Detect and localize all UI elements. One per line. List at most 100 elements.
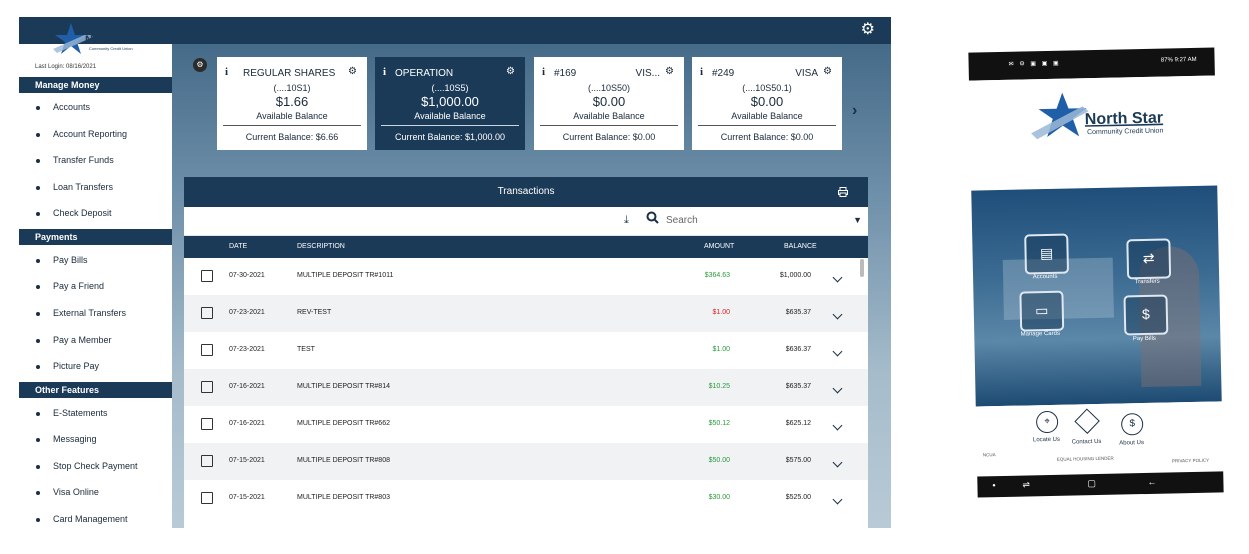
desktop-app-window: North Star Community Credit Union Last L… bbox=[19, 17, 891, 528]
svg-text:North Star: North Star bbox=[1085, 110, 1164, 129]
account-card-169[interactable]: i #169 VIS... ⚙ (....10S50) $0.00 Availa… bbox=[534, 57, 684, 150]
bullet-icon bbox=[36, 411, 40, 416]
nav-check-deposit[interactable]: Check Deposit bbox=[36, 206, 112, 220]
col-date[interactable]: DATE bbox=[229, 243, 247, 250]
transfers-tile-label: Transfers bbox=[1134, 278, 1160, 286]
table-row[interactable]: 07-23-2021 TEST $1.00 $636.37 bbox=[184, 332, 868, 369]
chevron-down-icon[interactable] bbox=[832, 494, 843, 505]
table-row[interactable]: 07-15-2021 MULTIPLE DEPOSIT TR#803 $30.0… bbox=[184, 480, 868, 517]
back-arrow-icon[interactable]: ← bbox=[1147, 477, 1156, 487]
home-button-icon[interactable]: ▢ bbox=[1087, 478, 1096, 489]
row-checkbox[interactable] bbox=[201, 455, 213, 467]
nav-accounts[interactable]: Accounts bbox=[36, 100, 90, 114]
background-photo bbox=[971, 185, 1222, 407]
row-amount: $10.25 bbox=[708, 383, 730, 390]
pay-bills-tile-icon[interactable]: $ bbox=[1123, 294, 1169, 336]
gear-icon[interactable]: ⚙ bbox=[823, 66, 832, 77]
nav-picture-pay[interactable]: Picture Pay bbox=[36, 359, 99, 373]
gear-icon[interactable]: ⚙ bbox=[665, 66, 674, 77]
nav-external-transfers[interactable]: External Transfers bbox=[36, 306, 126, 320]
privacy-policy-link[interactable]: PRIVACY POLICY bbox=[1172, 458, 1209, 464]
scrollbar[interactable] bbox=[860, 259, 864, 277]
info-icon[interactable]: i bbox=[383, 66, 386, 78]
search-input[interactable]: Search bbox=[666, 215, 698, 226]
chevron-down-icon[interactable] bbox=[832, 383, 843, 394]
row-checkbox[interactable] bbox=[201, 381, 213, 393]
chevron-right-icon[interactable]: › bbox=[852, 102, 857, 120]
table-header: DATE DESCRIPTION AMOUNT BALANCE bbox=[184, 236, 868, 258]
col-description[interactable]: DESCRIPTION bbox=[297, 243, 345, 250]
nav-label: Pay a Member bbox=[53, 335, 112, 345]
row-checkbox[interactable] bbox=[201, 307, 213, 319]
info-icon[interactable]: i bbox=[542, 66, 545, 78]
nav-pay-a-member[interactable]: Pay a Member bbox=[36, 333, 112, 347]
gear-icon[interactable]: ⚙ bbox=[506, 66, 515, 77]
nav-account-reporting[interactable]: Account Reporting bbox=[36, 127, 127, 141]
nav-pay-a-friend[interactable]: Pay a Friend bbox=[36, 279, 104, 293]
chevron-down-icon[interactable] bbox=[832, 309, 843, 320]
available-balance-label: Available Balance bbox=[414, 111, 486, 121]
transfers-tile-icon[interactable]: ⇄ bbox=[1126, 238, 1172, 280]
account-name: REGULAR SHARES bbox=[243, 68, 336, 79]
contact-us-link[interactable]: Contact Us bbox=[1061, 439, 1111, 446]
search-icon[interactable] bbox=[646, 211, 659, 224]
row-checkbox[interactable] bbox=[201, 418, 213, 430]
bullet-icon bbox=[36, 437, 40, 442]
recent-apps-icon[interactable]: ⇌ bbox=[1022, 479, 1030, 490]
filter-icon[interactable]: ▼ bbox=[853, 215, 862, 225]
row-description: TEST bbox=[297, 346, 315, 353]
nav-card-management[interactable]: Card Management bbox=[36, 512, 128, 526]
bullet-icon bbox=[36, 490, 40, 495]
table-row[interactable]: 07-15-2021 MULTIPLE DEPOSIT TR#808 $50.0… bbox=[184, 443, 868, 480]
chevron-down-icon[interactable] bbox=[832, 272, 843, 283]
nav-e-statements[interactable]: E-Statements bbox=[36, 406, 108, 420]
chevron-down-icon[interactable] bbox=[832, 346, 843, 357]
current-balance: Current Balance: $0.00 bbox=[562, 132, 656, 142]
table-row[interactable]: 07-23-2021 REV-TEST $1.00 $635.37 bbox=[184, 295, 868, 332]
row-date: 07-16-2021 bbox=[229, 420, 265, 427]
accounts-tile-icon[interactable]: ▤ bbox=[1024, 233, 1070, 275]
about-us-link[interactable]: About Us bbox=[1107, 440, 1157, 447]
row-date: 07-23-2021 bbox=[229, 346, 265, 353]
table-row[interactable]: 07-30-2021 MULTIPLE DEPOSIT TR#1011 $364… bbox=[184, 258, 868, 295]
account-settings-icon[interactable]: ⚙ bbox=[193, 58, 207, 72]
col-balance[interactable]: BALANCE bbox=[784, 243, 817, 250]
table-row[interactable]: 07-16-2021 MULTIPLE DEPOSIT TR#662 $50.1… bbox=[184, 406, 868, 443]
nav-visa-online[interactable]: Visa Online bbox=[36, 485, 99, 499]
sidebar: North Star Community Credit Union Last L… bbox=[19, 17, 173, 528]
account-card-regular-shares[interactable]: i REGULAR SHARES ⚙ (....10S1) $1.66 Avai… bbox=[217, 57, 367, 150]
col-amount[interactable]: AMOUNT bbox=[704, 243, 734, 250]
table-row[interactable]: 07-16-2021 MULTIPLE DEPOSIT TR#814 $10.2… bbox=[184, 369, 868, 406]
chevron-down-icon[interactable] bbox=[832, 457, 843, 468]
nav-pay-bills[interactable]: Pay Bills bbox=[36, 253, 88, 267]
nav-stop-check-payment[interactable]: Stop Check Payment bbox=[36, 459, 138, 473]
printer-icon[interactable] bbox=[838, 177, 848, 207]
settings-gear-icon[interactable]: ⚙ bbox=[861, 22, 875, 38]
nav-messaging[interactable]: Messaging bbox=[36, 432, 97, 446]
download-icon[interactable]: ⤓ bbox=[624, 214, 629, 227]
row-date: 07-15-2021 bbox=[229, 457, 265, 464]
bullet-icon bbox=[36, 258, 40, 263]
account-number: (....10S5) bbox=[431, 83, 469, 93]
row-amount: $364.63 bbox=[704, 272, 730, 279]
main-topbar: ⚙ bbox=[172, 17, 891, 44]
status-right: 87% 9:27 AM bbox=[1160, 56, 1197, 64]
account-number: (....10S1) bbox=[273, 83, 311, 93]
gear-icon[interactable]: ⚙ bbox=[348, 66, 357, 77]
nav-loan-transfers[interactable]: Loan Transfers bbox=[36, 180, 113, 194]
north-star-logo[interactable]: North Star Community Credit Union bbox=[49, 21, 159, 59]
row-checkbox[interactable] bbox=[201, 270, 213, 282]
account-name: #249 bbox=[712, 68, 735, 79]
manage-cards-tile-label: Manage Cards bbox=[1020, 330, 1061, 338]
account-card-operation[interactable]: i OPERATION ⚙ (....10S5) $1,000.00 Avail… bbox=[375, 57, 525, 150]
manage-cards-tile-icon[interactable]: ▭ bbox=[1019, 290, 1065, 332]
chevron-down-icon[interactable] bbox=[832, 420, 843, 431]
account-card-249[interactable]: i #249 VISA ⚙ (....10S50.1) $0.00 Availa… bbox=[692, 57, 842, 150]
info-icon[interactable]: i bbox=[225, 66, 228, 78]
last-login-text: Last Login: 08/16/2021 bbox=[35, 64, 97, 70]
row-checkbox[interactable] bbox=[201, 344, 213, 356]
info-icon[interactable]: i bbox=[700, 66, 703, 78]
nav-transfer-funds[interactable]: Transfer Funds bbox=[36, 153, 114, 167]
row-description: MULTIPLE DEPOSIT TR#1011 bbox=[297, 272, 394, 279]
row-checkbox[interactable] bbox=[201, 492, 213, 504]
